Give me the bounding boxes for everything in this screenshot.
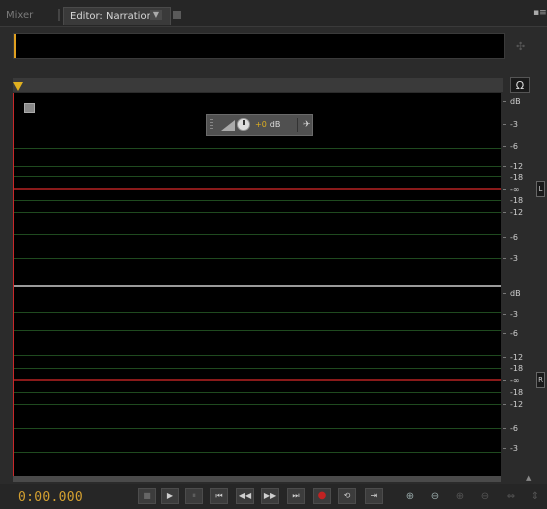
volume-knob[interactable] — [237, 118, 250, 131]
channel-right-button[interactable]: R — [536, 372, 545, 388]
channel-center-line — [13, 379, 501, 381]
tab-mixer[interactable]: Mixer — [6, 7, 50, 25]
db-tick — [503, 293, 506, 294]
volume-value[interactable]: +0 dB — [255, 119, 280, 131]
playhead-line — [13, 93, 14, 476]
db-label: -12 — [510, 162, 524, 171]
db-label: -3 — [510, 310, 518, 319]
db-tick — [503, 380, 506, 381]
db-label: -12 — [510, 400, 524, 409]
zoom-in-amplitude-icon[interactable]: ⊕ — [402, 489, 418, 504]
panel-menu-icon[interactable]: ▪≡ — [533, 8, 547, 18]
loop-button[interactable]: ⟲ — [338, 488, 356, 504]
db-tick — [503, 357, 506, 358]
db-label: -12 — [510, 208, 524, 217]
db-label: -∞ — [510, 185, 520, 194]
zoom-in-time-icon[interactable]: ⊕ — [452, 489, 468, 504]
pause-button[interactable]: ⏸ — [185, 488, 203, 504]
fast-forward-button[interactable]: ▶▶ — [261, 488, 279, 504]
hud-separator — [297, 118, 298, 132]
db-label: -18 — [510, 364, 524, 373]
grid-line — [13, 392, 501, 393]
db-tick — [503, 237, 506, 238]
db-label: -18 — [510, 196, 524, 205]
playhead-handle[interactable] — [13, 82, 23, 91]
grid-line — [13, 355, 501, 356]
db-label: -6 — [510, 142, 518, 151]
zoom-out-amplitude-icon[interactable]: ⊖ — [427, 489, 443, 504]
db-label: -18 — [510, 388, 524, 397]
volume-value-unit: dB — [269, 120, 281, 129]
grid-line — [13, 166, 501, 167]
skip-selection-button[interactable]: ⇥ — [365, 488, 383, 504]
grid-line — [13, 404, 501, 405]
db-tick — [503, 428, 506, 429]
grid-line — [13, 428, 501, 429]
db-label: -12 — [510, 353, 524, 362]
grid-line — [13, 234, 501, 235]
grid-line — [13, 368, 501, 369]
scrollbar-thumb[interactable] — [13, 476, 501, 482]
rewind-button[interactable]: ◀◀ — [236, 488, 254, 504]
db-label: -6 — [510, 424, 518, 433]
db-tick — [503, 404, 506, 405]
clip-fade-icon[interactable] — [24, 103, 35, 113]
grid-line — [13, 452, 501, 453]
db-tick — [503, 189, 506, 190]
hud-grip[interactable] — [210, 119, 213, 131]
move-to-end-button[interactable]: ⏭ — [287, 488, 305, 504]
db-label: -6 — [510, 233, 518, 242]
scroll-up-arrow-icon[interactable]: ▲ — [526, 474, 531, 482]
grid-line — [13, 176, 501, 177]
db-tick — [503, 212, 506, 213]
db-label: -∞ — [510, 376, 520, 385]
grid-line — [13, 212, 501, 213]
db-tick — [503, 166, 506, 167]
db-tick — [503, 258, 506, 259]
volume-icon — [221, 120, 235, 131]
db-label: dB — [510, 289, 521, 298]
db-label: dB — [510, 97, 521, 106]
db-tick — [503, 146, 506, 147]
stop-button[interactable]: ■ — [138, 488, 156, 504]
grid-line — [13, 148, 501, 149]
headphones-icon[interactable]: Ω — [510, 77, 530, 93]
pin-icon[interactable]: ✈ — [303, 119, 311, 131]
time-display[interactable]: 0:00.000 — [18, 490, 83, 505]
play-button[interactable]: ▶ — [161, 488, 179, 504]
channel-divider[interactable] — [13, 285, 501, 287]
zoom-full-icon[interactable]: ⇔ — [503, 489, 519, 504]
grid-line — [13, 258, 501, 259]
grid-line — [13, 312, 501, 313]
db-label: -18 — [510, 173, 524, 182]
zoom-out-time-icon[interactable]: ⊖ — [477, 489, 493, 504]
db-label: -3 — [510, 444, 518, 453]
tab-close-icon[interactable] — [173, 11, 181, 19]
db-tick — [503, 124, 506, 125]
channel-center-line — [13, 188, 501, 190]
move-to-start-button[interactable]: ⏮ — [210, 488, 228, 504]
tab-separator — [58, 9, 60, 21]
volume-hud[interactable]: +0 dB ✈ — [206, 114, 313, 136]
db-tick — [503, 314, 506, 315]
grid-line — [13, 330, 501, 331]
db-tick — [503, 448, 506, 449]
overview-bar[interactable] — [13, 33, 505, 59]
record-button[interactable]: ● — [313, 488, 331, 504]
db-label: -3 — [510, 254, 518, 263]
timeline-ruler[interactable] — [13, 78, 503, 92]
db-label: -3 — [510, 120, 518, 129]
grid-line — [13, 200, 501, 201]
volume-value-number: +0 — [255, 120, 267, 129]
zoom-selection-icon[interactable]: ⇕ — [527, 489, 543, 504]
db-label: -6 — [510, 329, 518, 338]
db-tick — [503, 333, 506, 334]
db-tick — [503, 101, 506, 102]
channel-left-button[interactable]: L — [536, 181, 545, 197]
overview-cursor — [14, 34, 16, 58]
tab-dropdown-icon[interactable]: ▼ — [150, 10, 162, 20]
zoom-navigator-icon: ✣ — [516, 40, 526, 53]
horizontal-scrollbar[interactable] — [13, 476, 501, 482]
